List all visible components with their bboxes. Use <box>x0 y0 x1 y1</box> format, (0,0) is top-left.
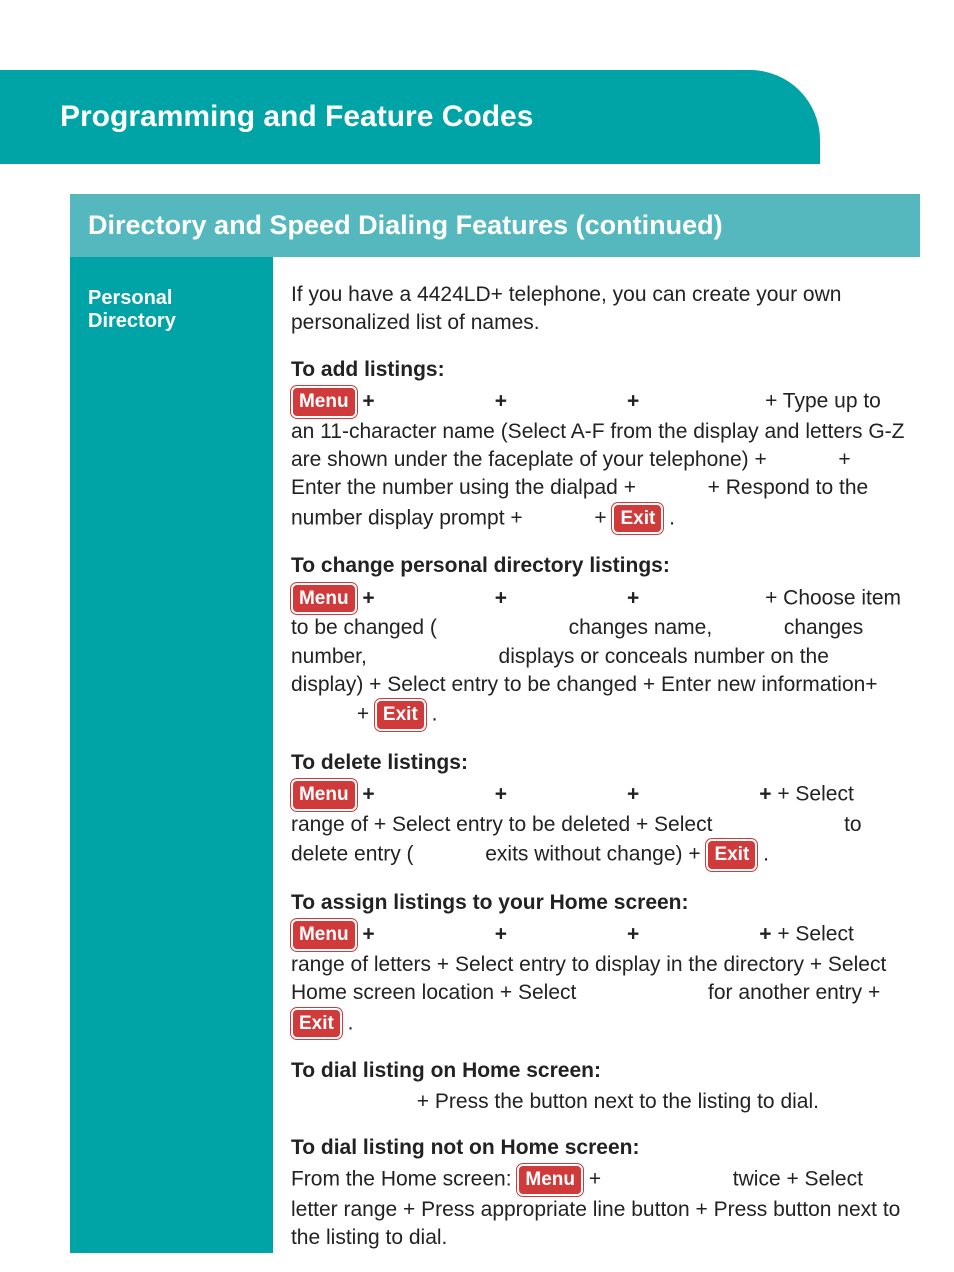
menu-button: Menu <box>291 583 357 615</box>
assign-body: Menu ++++ + Select range of letters + Se… <box>291 919 906 1039</box>
assign-heading: To assign listings to your Home screen: <box>291 889 906 917</box>
delete-heading: To delete listings: <box>291 749 906 777</box>
change-body: Menu +++ + Choose item to be changed ( c… <box>291 583 906 731</box>
menu-button: Menu <box>291 386 357 418</box>
delete-body: Menu ++++ + Select range of + Select ent… <box>291 779 906 871</box>
exit-button: Exit <box>612 503 663 535</box>
exit-button: Exit <box>291 1008 342 1040</box>
dial-not-home-heading: To dial listing not on Home screen: <box>291 1134 906 1162</box>
main-content: If you have a 4424LD+ telephone, you can… <box>273 257 920 1253</box>
dial-home-body: + Press the button next to the listing t… <box>291 1088 906 1116</box>
sidebar: Personal Directory <box>70 257 273 1253</box>
dial-not-home-body: From the Home screen: Menu + twice + Sel… <box>291 1164 906 1252</box>
change-heading: To change personal directory listings: <box>291 552 906 580</box>
menu-button: Menu <box>291 779 357 811</box>
sidebar-heading: Personal Directory <box>88 287 261 333</box>
content: Personal Directory If you have a 4424LD+… <box>70 257 920 1253</box>
add-heading: To add listings: <box>291 356 906 384</box>
menu-button: Menu <box>291 919 357 951</box>
intro-text: If you have a 4424LD+ telephone, you can… <box>291 281 906 338</box>
add-body: Menu +++ + Type up to an 11-character na… <box>291 386 906 534</box>
exit-button: Exit <box>706 839 757 871</box>
menu-button: Menu <box>517 1164 583 1196</box>
section-title: Directory and Speed Dialing Features (co… <box>70 194 920 257</box>
page-title: Programming and Feature Codes <box>0 70 820 164</box>
exit-button: Exit <box>375 699 426 731</box>
dial-home-heading: To dial listing on Home screen: <box>291 1057 906 1085</box>
